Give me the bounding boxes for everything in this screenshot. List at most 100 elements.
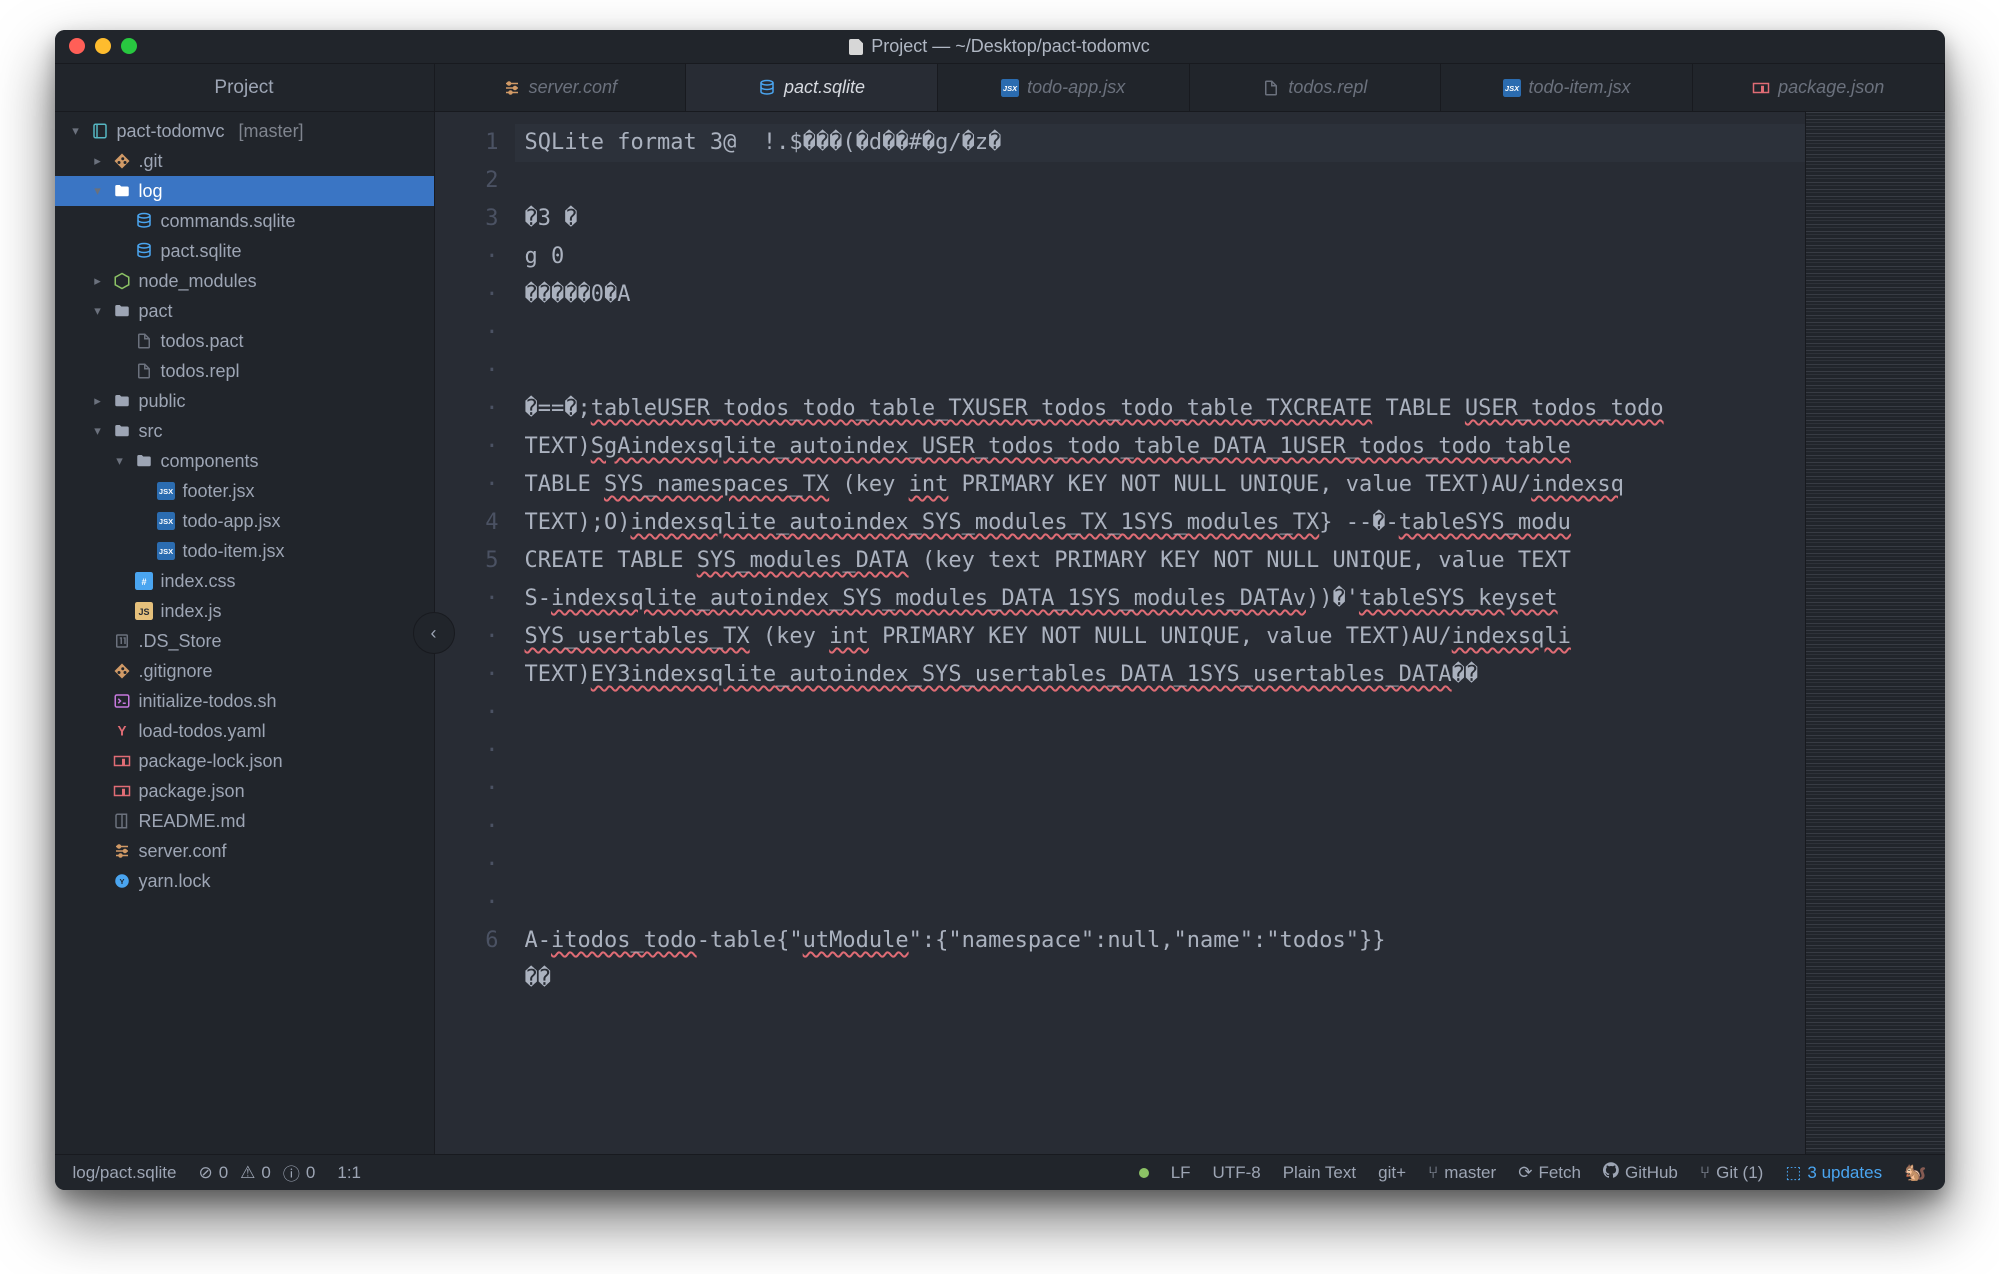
chevron-open-icon[interactable] (91, 183, 105, 199)
status-branch[interactable]: ⑂ master (1428, 1163, 1496, 1183)
tree-item-server-conf[interactable]: server.conf (55, 836, 434, 866)
fold-marker[interactable]: · (435, 808, 499, 846)
chevron-closed-icon[interactable] (91, 273, 105, 289)
status-gitplus[interactable]: git+ (1378, 1163, 1406, 1183)
code-line[interactable]: g 0 (525, 244, 565, 269)
tab-package-json[interactable]: package.json (1693, 64, 1945, 111)
tree-item-yarn-lock[interactable]: Yyarn.lock (55, 866, 434, 896)
code-line[interactable]: �� (525, 966, 552, 991)
status-filepath[interactable]: log/pact.sqlite (73, 1163, 177, 1183)
tree-item-src[interactable]: src (55, 416, 434, 446)
tree-item-initialize-todos-sh[interactable]: initialize-todos.sh (55, 686, 434, 716)
status-clean-indicator[interactable] (1139, 1168, 1149, 1178)
tree-item-README-md[interactable]: README.md (55, 806, 434, 836)
status-encoding[interactable]: UTF-8 (1213, 1163, 1261, 1183)
fold-marker[interactable]: · (435, 694, 499, 732)
code-line[interactable]: TEXT)SgAindexsqlite_autoindex_USER_todos… (525, 434, 1571, 459)
code-line[interactable]: TEXT)EY3indexsqlite_autoindex_SYS_userta… (525, 662, 1479, 687)
tree-item-todos-pact[interactable]: todos.pact (55, 326, 434, 356)
status-updates[interactable]: ⬚ 3 updates (1785, 1163, 1882, 1183)
squirrel-icon[interactable]: 🐿️ (1904, 1162, 1926, 1183)
status-diagnostics[interactable]: ⊘0 ⚠0 ⓘ0 (198, 1160, 315, 1185)
fold-marker[interactable]: · (435, 656, 499, 694)
chevron-open-icon[interactable] (91, 303, 105, 319)
code-line[interactable]: SQLite format 3@ !.$���(�d��#�g∕�z� (515, 124, 1805, 162)
tree-item-pact-sqlite[interactable]: pact.sqlite (55, 236, 434, 266)
fold-marker[interactable]: · (435, 884, 499, 922)
fold-marker[interactable]: · (435, 238, 499, 276)
fold-marker[interactable]: · (435, 276, 499, 314)
tree-item--DS_Store[interactable]: .DS_Store (55, 626, 434, 656)
status-github[interactable]: GitHub (1603, 1162, 1678, 1183)
tree-item-package-lock-json[interactable]: package-lock.json (55, 746, 434, 776)
tab-todos-repl[interactable]: todos.repl (1190, 64, 1442, 111)
window-close-button[interactable] (69, 38, 85, 54)
fold-marker[interactable]: · (435, 428, 499, 466)
window-maximize-button[interactable] (121, 38, 137, 54)
tree-item-index-css[interactable]: #index.css (55, 566, 434, 596)
code-line[interactable]: TEXT);O)indexsqlite_autoindex_SYS_module… (525, 510, 1571, 535)
line-number[interactable]: 1 (435, 124, 499, 162)
line-number[interactable]: 3 (435, 200, 499, 238)
code-text: PRIMARY KEY NOT NULL UNIQUE, value TEXT)… (948, 472, 1531, 497)
fold-marker[interactable]: · (435, 770, 499, 808)
file-tree[interactable]: pact-todomvc[master].gitlogcommands.sqli… (55, 112, 434, 896)
code-line[interactable]: S-indexsqlite_autoindex_SYS_modules_DATA… (525, 586, 1558, 611)
code-line[interactable]: CREATE TABLE SYS_modules_DATA (key text … (525, 548, 1571, 573)
tree-item-node_modules[interactable]: node_modules (55, 266, 434, 296)
code-line[interactable]: �����0�A (525, 282, 631, 307)
status-cursor-position[interactable]: 1:1 (337, 1163, 361, 1183)
status-git-changes[interactable]: ⑂ Git (1) (1700, 1163, 1763, 1183)
status-fetch[interactable]: ⟳ Fetch (1518, 1163, 1581, 1183)
project-panel-heading[interactable]: Project (55, 64, 435, 111)
tab-todo-item-jsx[interactable]: JSXtodo-item.jsx (1441, 64, 1693, 111)
tree-item-public[interactable]: public (55, 386, 434, 416)
tree-item--gitignore[interactable]: .gitignore (55, 656, 434, 686)
fold-marker[interactable]: · (435, 314, 499, 352)
tree-item-todos-repl[interactable]: todos.repl (55, 356, 434, 386)
tree-item-pact[interactable]: pact (55, 296, 434, 326)
code-line[interactable]: �==�;tableUSER_todos_todo_table_TXUSER_t… (525, 396, 1664, 421)
tree-item-log[interactable]: log (55, 176, 434, 206)
tree-item-index-js[interactable]: JSindex.js (55, 596, 434, 626)
tree-item-package-json[interactable]: package.json (55, 776, 434, 806)
spellcheck-error-span: int (829, 624, 869, 649)
code-line[interactable]: A-itodos_todo-table{"utModule":{"namespa… (525, 928, 1386, 953)
code-line[interactable]: TABLE SYS_namespaces_TX (key int PRIMARY… (525, 472, 1624, 497)
tree-item-pact-todomvc[interactable]: pact-todomvc[master] (55, 116, 434, 146)
chevron-closed-icon[interactable] (91, 393, 105, 409)
tree-item-commands-sqlite[interactable]: commands.sqlite (55, 206, 434, 236)
tab-pact-sqlite[interactable]: pact.sqlite (686, 64, 938, 111)
fold-marker[interactable]: · (435, 466, 499, 504)
fold-marker[interactable]: · (435, 390, 499, 428)
chevron-open-icon[interactable] (91, 423, 105, 439)
minimap[interactable] (1805, 112, 1945, 1154)
tree-item--git[interactable]: .git (55, 146, 434, 176)
fold-marker[interactable]: · (435, 846, 499, 884)
fold-marker[interactable]: · (435, 580, 499, 618)
tree-item-footer-jsx[interactable]: JSXfooter.jsx (55, 476, 434, 506)
code-line[interactable]: SYS_usertables_TX (key int PRIMARY KEY N… (525, 624, 1571, 649)
code-text: ":{"namespace":null,"name":"todos"}} (909, 928, 1386, 953)
panel-collapse-button[interactable]: ‹ (413, 612, 455, 654)
code-editor[interactable]: SQLite format 3@ !.$���(�d��#�g∕�z� �3 �… (515, 112, 1805, 1154)
line-number[interactable]: 4 (435, 504, 499, 542)
line-number[interactable]: 2 (435, 162, 499, 200)
window-minimize-button[interactable] (95, 38, 111, 54)
line-number[interactable]: 5 (435, 542, 499, 580)
chevron-closed-icon[interactable] (91, 153, 105, 169)
tree-item-components[interactable]: components (55, 446, 434, 476)
status-grammar[interactable]: Plain Text (1283, 1163, 1356, 1183)
tab-todo-app-jsx[interactable]: JSXtodo-app.jsx (938, 64, 1190, 111)
code-line[interactable]: �3 � (525, 206, 578, 231)
tree-item-todo-item-jsx[interactable]: JSXtodo-item.jsx (55, 536, 434, 566)
fold-marker[interactable]: · (435, 352, 499, 390)
status-line-ending[interactable]: LF (1171, 1163, 1191, 1183)
tree-item-todo-app-jsx[interactable]: JSXtodo-app.jsx (55, 506, 434, 536)
chevron-open-icon[interactable] (69, 123, 83, 139)
tab-server-conf[interactable]: server.conf (435, 64, 687, 111)
chevron-open-icon[interactable] (113, 453, 127, 469)
line-number[interactable]: 6 (435, 922, 499, 960)
tree-item-load-todos-yaml[interactable]: Yload-todos.yaml (55, 716, 434, 746)
fold-marker[interactable]: · (435, 732, 499, 770)
